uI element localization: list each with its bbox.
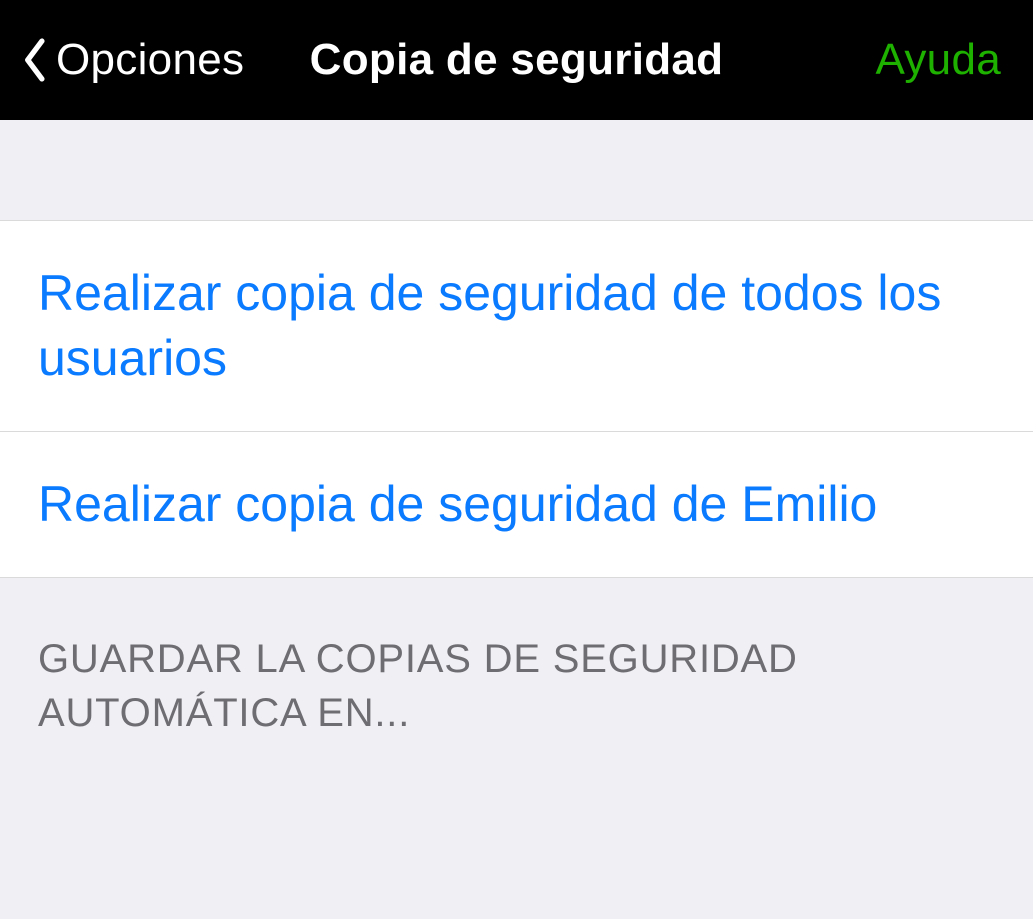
page-title: Copia de seguridad (310, 38, 724, 82)
actions-list: Realizar copia de seguridad de todos los… (0, 220, 1033, 578)
backup-all-users-button[interactable]: Realizar copia de seguridad de todos los… (0, 221, 1033, 432)
spacer (0, 120, 1033, 220)
back-button[interactable]: Opciones (18, 34, 244, 86)
navbar: Opciones Copia de seguridad Ayuda (0, 0, 1033, 120)
back-label: Opciones (56, 38, 244, 82)
chevron-left-icon (18, 34, 54, 86)
help-button[interactable]: Ayuda (876, 38, 1001, 82)
backup-user-button[interactable]: Realizar copia de seguridad de Emilio (0, 432, 1033, 577)
section-header: GUARDAR LA COPIAS DE SEGURIDAD AUTOMÁTIC… (0, 578, 1033, 740)
